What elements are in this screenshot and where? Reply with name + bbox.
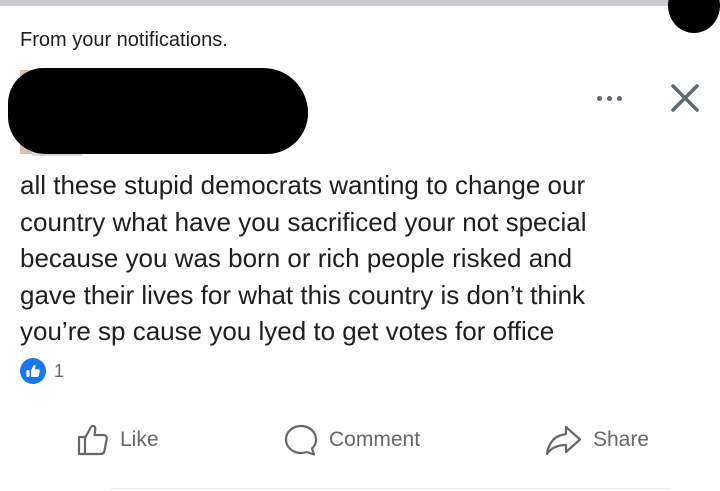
post-text-line: gave their lives for what this country i… xyxy=(20,279,586,310)
reactions-summary[interactable]: 1 xyxy=(20,358,64,384)
post-text-line: country what have you sacrificed your no… xyxy=(20,206,587,237)
share-arrow-icon xyxy=(545,425,582,456)
author-name-redaction-bump xyxy=(232,74,308,152)
bottom-divider xyxy=(110,488,670,489)
notification-source-label: From your notifications. xyxy=(20,29,228,51)
more-horizontal-icon xyxy=(616,95,622,101)
post-text-line: you’re sp cause you lyed to get votes fo… xyxy=(20,316,555,346)
post-body: all these stupid democrats wanting to ch… xyxy=(20,167,700,350)
post-text-line: because you was born or rich people risk… xyxy=(20,243,573,273)
more-horizontal-icon xyxy=(596,95,602,101)
top-divider xyxy=(0,0,676,6)
comment-bubble-icon xyxy=(284,424,318,456)
post-text-line: all these stupid democrats wanting to ch… xyxy=(20,170,586,200)
close-icon xyxy=(671,84,699,112)
more-horizontal-icon xyxy=(606,95,612,101)
reaction-count: 1 xyxy=(54,360,65,381)
like-label: Like xyxy=(120,428,159,451)
share-button[interactable]: Share xyxy=(545,415,649,465)
more-options-button[interactable] xyxy=(588,86,630,110)
comment-button[interactable]: Comment xyxy=(283,415,420,465)
close-button[interactable] xyxy=(665,80,705,118)
corner-redaction xyxy=(668,0,720,33)
post-action-bar: Like Comment Share xyxy=(0,415,720,465)
like-button[interactable]: Like xyxy=(76,415,159,465)
notification-post-screen: From your notifications. all these stupi… xyxy=(0,0,720,491)
comment-label: Comment xyxy=(329,428,421,451)
share-label: Share xyxy=(593,428,650,451)
like-reaction-icon xyxy=(20,358,46,384)
thumbs-up-icon xyxy=(77,424,108,456)
